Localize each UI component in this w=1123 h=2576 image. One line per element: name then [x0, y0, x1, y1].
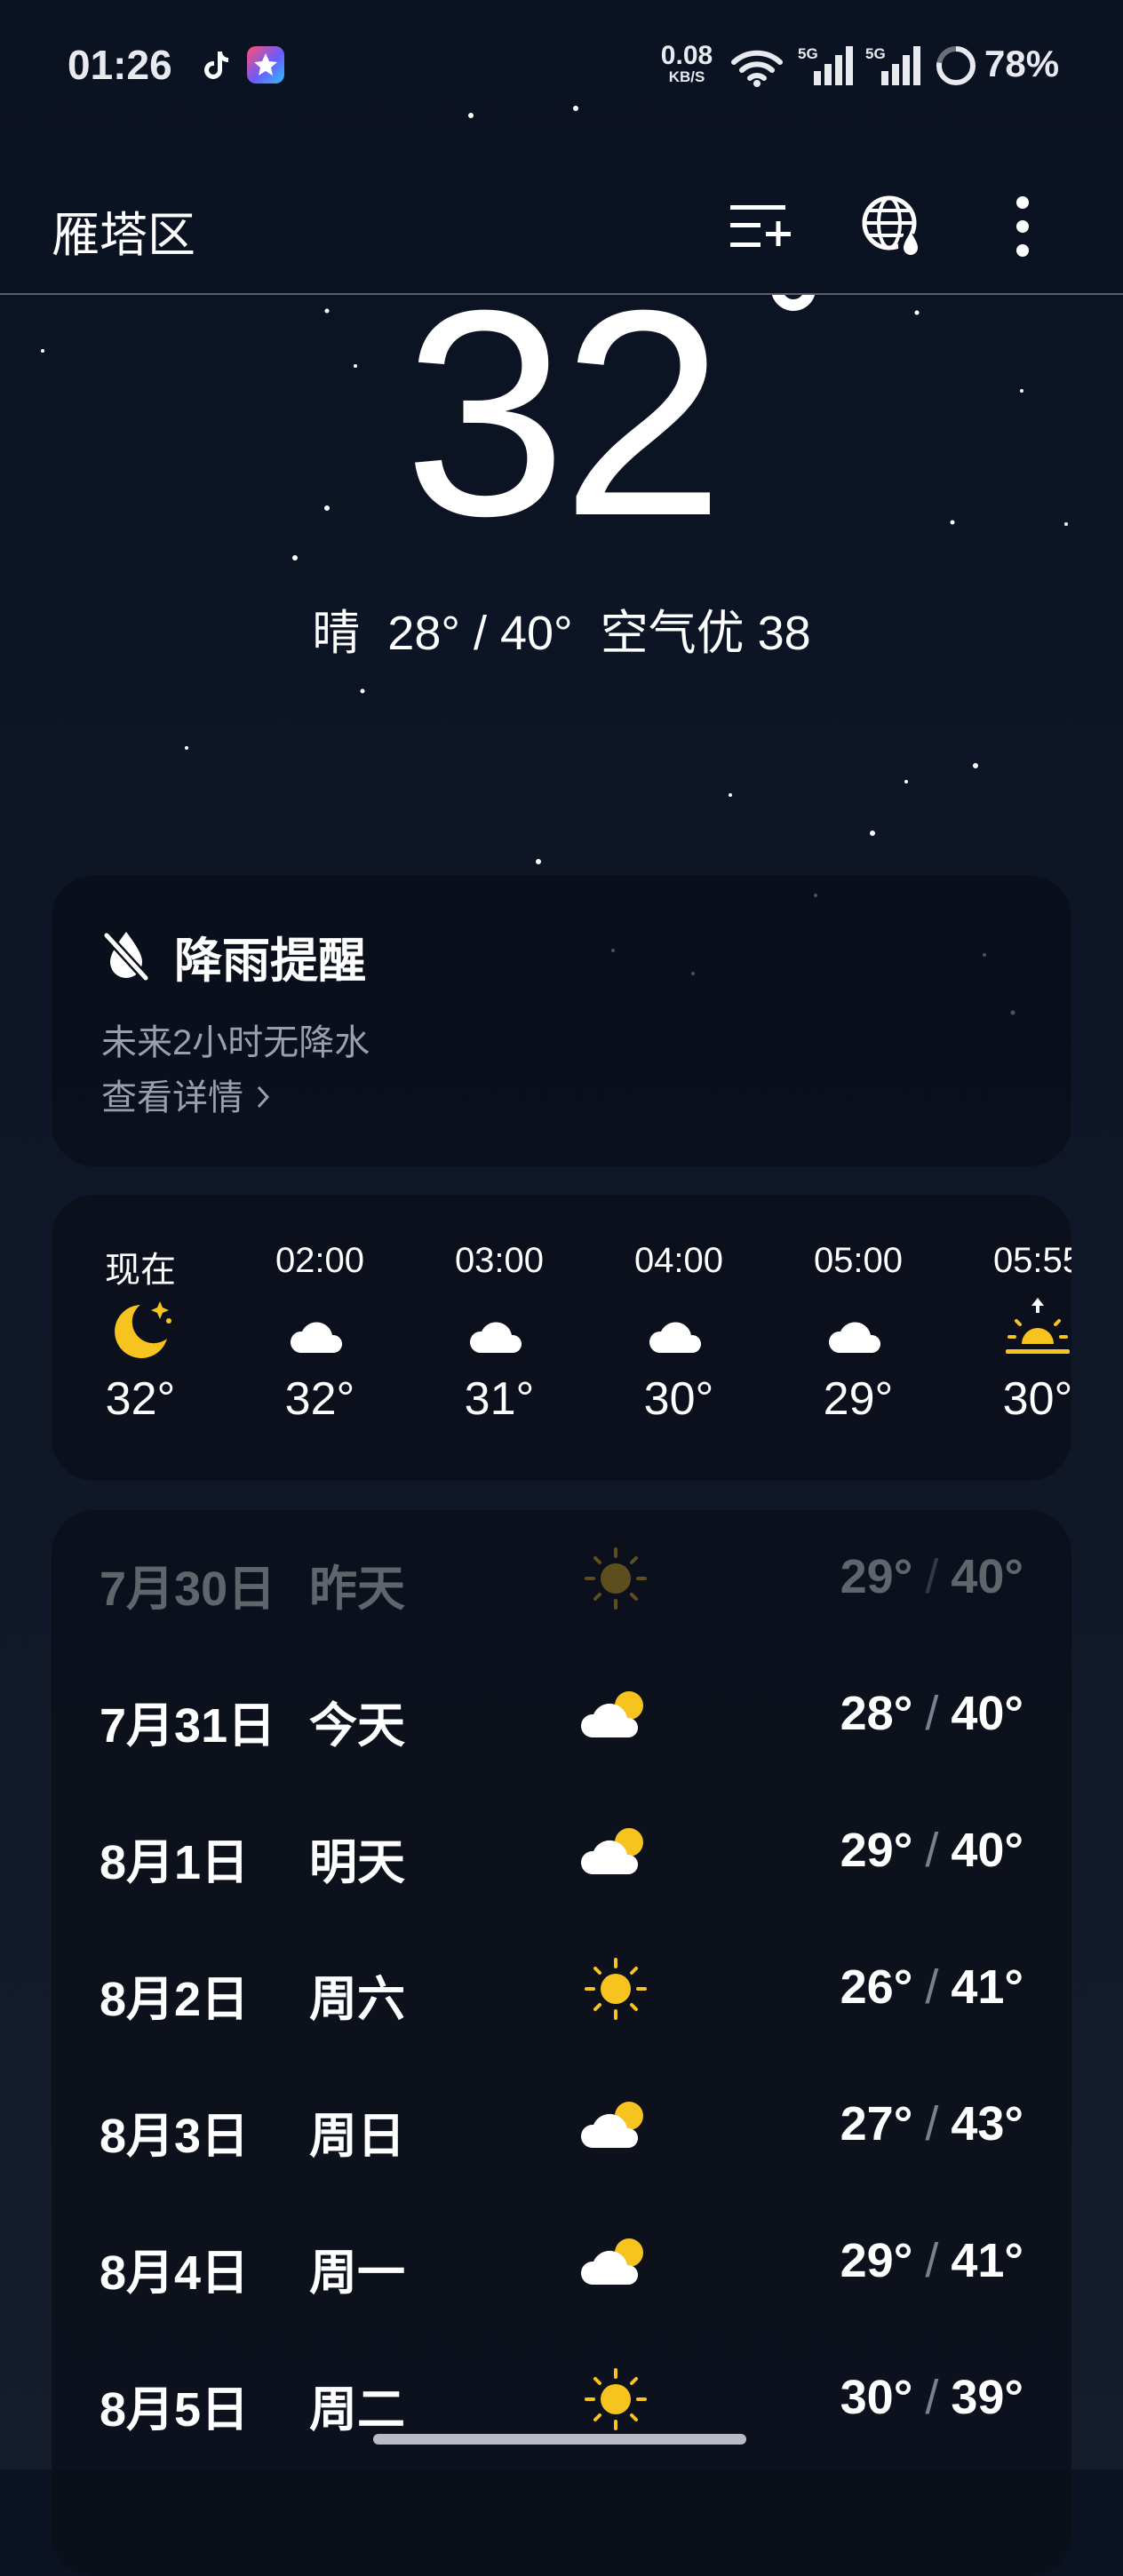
- status-time: 01:26: [68, 42, 172, 88]
- svg-text:5G: 5G: [798, 45, 818, 62]
- sunrise-icon: [1006, 1298, 1070, 1354]
- moon-stars-icon: [115, 1301, 171, 1358]
- manage-cities-icon: [730, 205, 791, 247]
- daily-row[interactable]: 8月5日 周二 30°/39°: [52, 2331, 1071, 2468]
- sun-icon: [585, 1547, 647, 1610]
- battery-level: 78%: [984, 43, 1060, 84]
- partly-cloudy-icon: [580, 1691, 643, 1737]
- hourly-item: 02:00 32°: [275, 1241, 365, 1425]
- city-name[interactable]: 雁塔区: [52, 195, 195, 266]
- hourly-item: 04:00 30°: [633, 1241, 724, 1425]
- app-shortcut-icon: [247, 46, 284, 83]
- partly-cloudy-icon: [580, 2238, 643, 2285]
- more-vertical-icon: [1016, 196, 1029, 257]
- view-details-label: 查看详情: [101, 1078, 243, 1117]
- tiktok-icon: [204, 52, 228, 79]
- daily-row[interactable]: 7月31日 今天 28°/40°: [52, 1647, 1071, 1784]
- signal-strength-icon: 5G: [865, 45, 920, 85]
- battery-icon: [936, 46, 976, 85]
- hourly-forecast-card[interactable]: 现在 32° 02:00 32° 03:00 31° 04:00 30° 05:…: [52, 1195, 1071, 1481]
- hourly-item: 05:55 30°: [992, 1241, 1071, 1425]
- condition-text: 晴: [312, 607, 361, 660]
- air-quality[interactable]: 空气优 38: [601, 607, 811, 660]
- rain-alert-card[interactable]: 降雨提醒 未来2小时无降水 查看详情: [52, 875, 1071, 1166]
- home-indicator[interactable]: [373, 2434, 746, 2445]
- sun-icon: [585, 2368, 647, 2430]
- manage-cities-button[interactable]: [720, 187, 800, 266]
- daily-forecast-card[interactable]: 7月30日 昨天 29°/40° 7月31日 今天 28°/40° 8月1日 明…: [52, 1510, 1071, 2576]
- cloudy-night-icon: [649, 1307, 707, 1353]
- no-rain-icon: [103, 932, 149, 982]
- globe-raindrop-icon: [862, 195, 923, 258]
- hourly-item: 03:00 31°: [454, 1241, 545, 1425]
- weather-summary: 晴 28° / 40° 空气优 38: [0, 593, 1123, 664]
- svg-text:5G: 5G: [865, 45, 886, 62]
- partly-cloudy-icon: [580, 1828, 643, 1874]
- weather-map-button[interactable]: [853, 187, 933, 266]
- cloudy-night-icon: [828, 1307, 887, 1353]
- status-bar: 01:26 0.08 KB/S 5G 5G 78%: [0, 0, 1123, 133]
- daily-row[interactable]: 8月2日 周六 26°/41°: [52, 1920, 1071, 2057]
- top-app-bar: 雁塔区: [0, 169, 1123, 293]
- daily-row[interactable]: 8月1日 明天 29°/40°: [52, 1784, 1071, 1920]
- hourly-item: 05:00 29°: [813, 1241, 904, 1425]
- cloudy-night-icon: [290, 1307, 348, 1353]
- rain-alert-description: 未来2小时无降水: [101, 1023, 370, 1062]
- wifi-icon: [731, 50, 783, 87]
- signal-strength-icon: 5G: [798, 45, 853, 85]
- current-temperature: 32: [403, 249, 724, 576]
- hourly-item: 现在 32°: [105, 1251, 176, 1425]
- network-speed: 0.08 KB/S: [660, 41, 713, 85]
- daily-row[interactable]: 8月3日 周日 27°/43°: [52, 2057, 1071, 2194]
- cloudy-night-icon: [469, 1307, 528, 1353]
- chevron-right-icon: [256, 1078, 270, 1118]
- temperature-range: 28° / 40°: [387, 607, 573, 660]
- rain-alert-title: 降雨提醒: [174, 934, 366, 988]
- header-divider: [0, 293, 1123, 295]
- sun-icon: [585, 1958, 647, 2020]
- daily-row[interactable]: 7月30日 昨天 29°/40°: [52, 1510, 1071, 1647]
- partly-cloudy-icon: [580, 2102, 643, 2148]
- view-details-link[interactable]: 查看详情: [101, 1069, 270, 1120]
- daily-row[interactable]: 8月4日 周一 29°/41°: [52, 2194, 1071, 2331]
- more-options-button[interactable]: [983, 187, 1063, 266]
